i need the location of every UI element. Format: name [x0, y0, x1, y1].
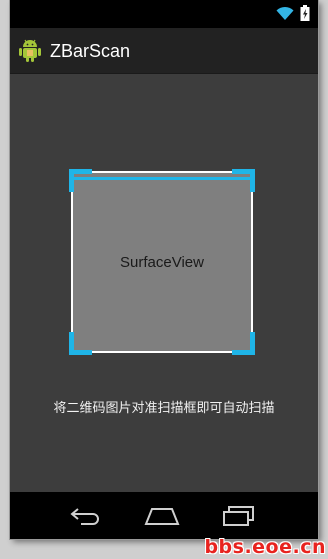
corner-bottom-left — [69, 332, 92, 355]
wifi-icon — [276, 6, 294, 20]
battery-icon — [300, 5, 310, 21]
corner-top-right — [232, 169, 255, 192]
scan-content: SurfaceView 将二维码图片对准扫描框即可自动扫描 — [10, 74, 318, 492]
action-bar: ZBarScan — [10, 28, 318, 74]
corner-bottom-right — [232, 332, 255, 355]
scan-frame: SurfaceView — [69, 169, 255, 355]
recent-apps-icon — [223, 506, 254, 526]
back-icon — [70, 508, 99, 525]
watermark-text: bbs.eoe.cn — [204, 536, 326, 558]
corner-top-left — [69, 169, 92, 192]
navigation-bar — [10, 492, 318, 539]
surface-view-label: SurfaceView — [120, 253, 204, 271]
home-button[interactable] — [140, 502, 184, 530]
screenshot-page: ZBarScan SurfaceView 将二维码图片对准扫描框即可自动扫描 b… — [0, 0, 328, 559]
app-title: ZBarScan — [50, 41, 131, 61]
recent-apps-button[interactable] — [216, 502, 260, 530]
android-icon — [19, 39, 41, 62]
scan-hint-text: 将二维码图片对准扫描框即可自动扫描 — [53, 401, 275, 416]
back-button[interactable] — [64, 502, 108, 530]
status-icons — [276, 5, 310, 21]
home-icon — [144, 508, 180, 525]
phone-screen: ZBarScan SurfaceView 将二维码图片对准扫描框即可自动扫描 — [10, 0, 318, 539]
status-bar — [10, 0, 318, 28]
